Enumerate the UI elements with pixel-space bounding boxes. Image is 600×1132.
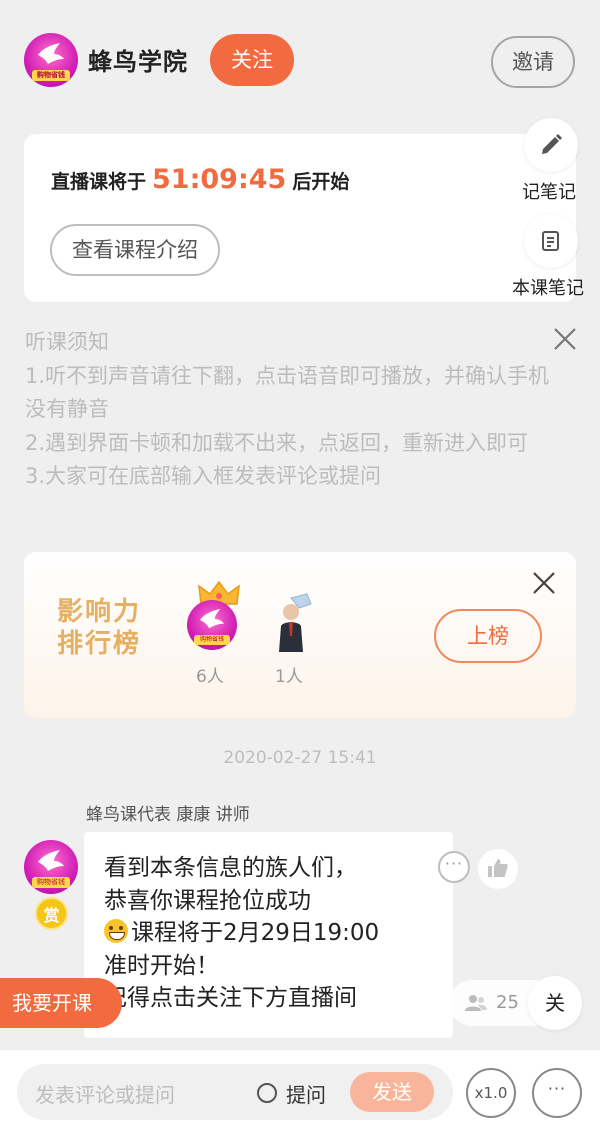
message-line-1: 看到本条信息的族人们， [104,855,357,881]
bottom-bar: 发表评论或提问 提问 发送 x1.0 ··· [0,1050,600,1132]
pencil-icon [542,134,562,154]
course-notes-button[interactable] [524,214,578,268]
get-on-list-button[interactable]: 上榜 [434,609,542,663]
comment-input[interactable]: 发表评论或提问 提问 发送 [17,1064,453,1120]
take-notes-button[interactable] [524,118,578,172]
notice-close-icon[interactable] [553,327,577,351]
online-count: 25 [496,992,519,1013]
ranking-title: 影响力 排行榜 [57,596,141,660]
message-line-4: 准时开始！ [104,952,219,979]
listening-notice: 听课须知 1.听不到声音请往下翻，点击语音即可播放，并确认手机没有静音 2.遇到… [25,326,565,494]
message-line-2: 恭喜你课程抢位成功 [104,887,311,914]
brand-name: 蜂鸟学院 [88,48,188,76]
ranking-title-line-2: 排行榜 [57,629,142,659]
grin-emoji-icon [104,919,128,943]
people-icon [465,995,487,1011]
send-button[interactable]: 发送 [350,1072,434,1112]
reward-badge[interactable]: 赏 [35,897,68,930]
rank-first-avatar[interactable]: 购物省钱 [187,600,237,650]
follow-button[interactable]: 关注 [210,34,294,86]
notice-line-3: 3.大家可在底部输入框发表评论或提问 [25,464,382,488]
comment-placeholder: 发表评论或提问 [35,1083,175,1107]
hummingbird-icon [38,43,64,64]
take-notes-label: 记笔记 [522,182,576,203]
avatar-tag: 购物省钱 [32,70,70,81]
sender-avatar[interactable]: 购物省钱 [24,840,78,894]
message-timestamp: 2020-02-27 15:41 [223,748,377,768]
notes-icon [542,231,559,251]
message-more-button[interactable]: ··· [438,851,470,883]
message-line-5: 记得点击关注下方直播间 [104,985,357,1011]
top-bar: 购物省钱 蜂鸟学院 关注 邀请 [0,0,600,120]
close-float-button[interactable]: 关 [528,976,582,1030]
countdown-text: 直播课将于 51:09:45 后开始 [51,164,349,195]
countdown-time: 51:09:45 [152,164,287,195]
start-course-button[interactable]: 我要开课 [0,978,122,1028]
notice-line-2: 2.遇到界面卡顿和加载不出来，点返回，重新进入即可 [25,430,529,455]
course-notes-label: 本课笔记 [512,278,584,299]
message-bubble: 看到本条信息的族人们， 恭喜你课程抢位成功 课程将于2月29日19:00 准时开… [84,832,453,1038]
message-line-3-wrap: 课程将于2月29日19:00 [104,917,433,950]
avatar-tag: 购物省钱 [32,877,70,888]
invite-button[interactable]: 邀请 [491,36,575,88]
thumbs-up-icon [488,859,508,877]
brand-avatar[interactable]: 购物省钱 [24,33,78,87]
like-button[interactable] [478,849,518,889]
countdown-prefix: 直播课将于 [51,171,147,193]
rank-second-count: 1人 [275,667,303,687]
ranking-close-icon[interactable] [532,571,556,595]
rank-first-count: 6人 [196,667,224,687]
message-sender: 蜂鸟课代表 康康 讲师 [86,805,250,825]
ranking-title-line-1: 影响力 [57,597,142,627]
rank-second-avatar[interactable] [273,592,313,654]
hummingbird-icon [200,608,224,629]
notice-line-1: 1.听不到声音请往下翻，点击语音即可播放，并确认手机没有静音 [25,363,550,422]
avatar-tag: 购物省钱 [194,635,230,645]
ask-question-radio[interactable] [257,1083,277,1103]
influence-ranking-card: 影响力 排行榜 购物省钱 6人 1人 上榜 [24,552,576,718]
playback-speed-button[interactable]: x1.0 [466,1068,516,1118]
more-options-button[interactable]: ··· [532,1068,582,1118]
course-intro-button[interactable]: 查看课程介绍 [50,224,220,276]
countdown-card: 直播课将于 51:09:45 后开始 查看课程介绍 [24,134,576,302]
message-line-3: 课程将于2月29日19:00 [131,920,380,946]
ask-question-label[interactable]: 提问 [286,1079,326,1108]
notice-title: 听课须知 [25,330,109,354]
hummingbird-icon [38,850,64,871]
countdown-suffix: 后开始 [292,171,350,193]
